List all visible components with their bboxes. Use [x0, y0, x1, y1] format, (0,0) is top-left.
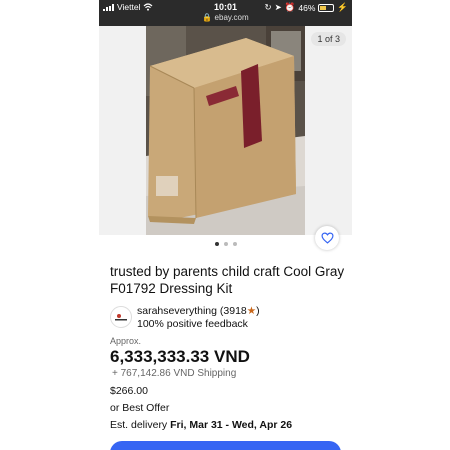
star-icon: ★	[246, 305, 257, 317]
price: 6,333,333.33 VND	[110, 347, 250, 366]
seller-name[interactable]: sarahseverything	[137, 305, 217, 317]
status-right: ↻ ➤ ⏰ 46% ⚡	[265, 2, 348, 13]
phone-screen: Viettel 10:01 🔒 ebay.com ↻ ➤ ⏰ 46% ⚡ 1 o…	[99, 0, 352, 450]
seller-feedback: 100% positive feedback	[137, 318, 248, 330]
buy-it-now-button[interactable]	[110, 441, 341, 450]
image-gallery[interactable]: 1 of 3	[99, 26, 352, 235]
delivery-label: Est. delivery	[110, 419, 171, 431]
pagination-dot[interactable]	[223, 242, 228, 246]
listing-title: trusted by parents child craft Cool Gray…	[110, 264, 345, 296]
status-bar: Viettel 10:01 🔒 ebay.com ↻ ➤ ⏰ 46% ⚡	[99, 0, 352, 26]
image-counter: 1 of 3	[311, 32, 346, 46]
pagination-dot[interactable]	[232, 242, 237, 246]
gallery-pagination[interactable]	[99, 242, 352, 246]
price-approx-label: Approx.	[110, 336, 142, 346]
url-text: ebay.com	[214, 13, 249, 22]
seller-avatar[interactable]	[110, 306, 132, 328]
shipping-cost: + 767,142.86 VND Shipping	[112, 368, 237, 379]
battery-percent: 46%	[298, 2, 316, 13]
seller-rating: (3918	[219, 305, 247, 317]
lock-icon: 🔒	[202, 13, 213, 22]
seller-logo-icon	[115, 314, 127, 321]
location-icon: ➤	[274, 2, 282, 12]
delivery-dates: Fri, Mar 31 - Wed, Apr 26	[170, 419, 293, 431]
url-bar[interactable]: 🔒 ebay.com	[99, 13, 352, 22]
seller-info[interactable]: sarahseverything (3918★)	[137, 305, 260, 317]
rotation-lock-icon: ↻	[264, 2, 272, 12]
best-offer-label: or Best Offer	[110, 402, 170, 414]
original-price: $266.00	[110, 385, 148, 397]
pagination-dot[interactable]	[214, 242, 219, 246]
estimated-delivery: Est. delivery Fri, Mar 31 - Wed, Apr 26	[110, 419, 292, 431]
charging-icon: ⚡	[337, 2, 348, 12]
watch-button[interactable]	[315, 226, 339, 250]
heart-icon	[320, 232, 334, 244]
seller-rating-close: )	[256, 305, 260, 317]
alarm-icon: ⏰	[284, 2, 296, 12]
battery-icon	[318, 3, 335, 12]
product-photo	[146, 26, 305, 235]
